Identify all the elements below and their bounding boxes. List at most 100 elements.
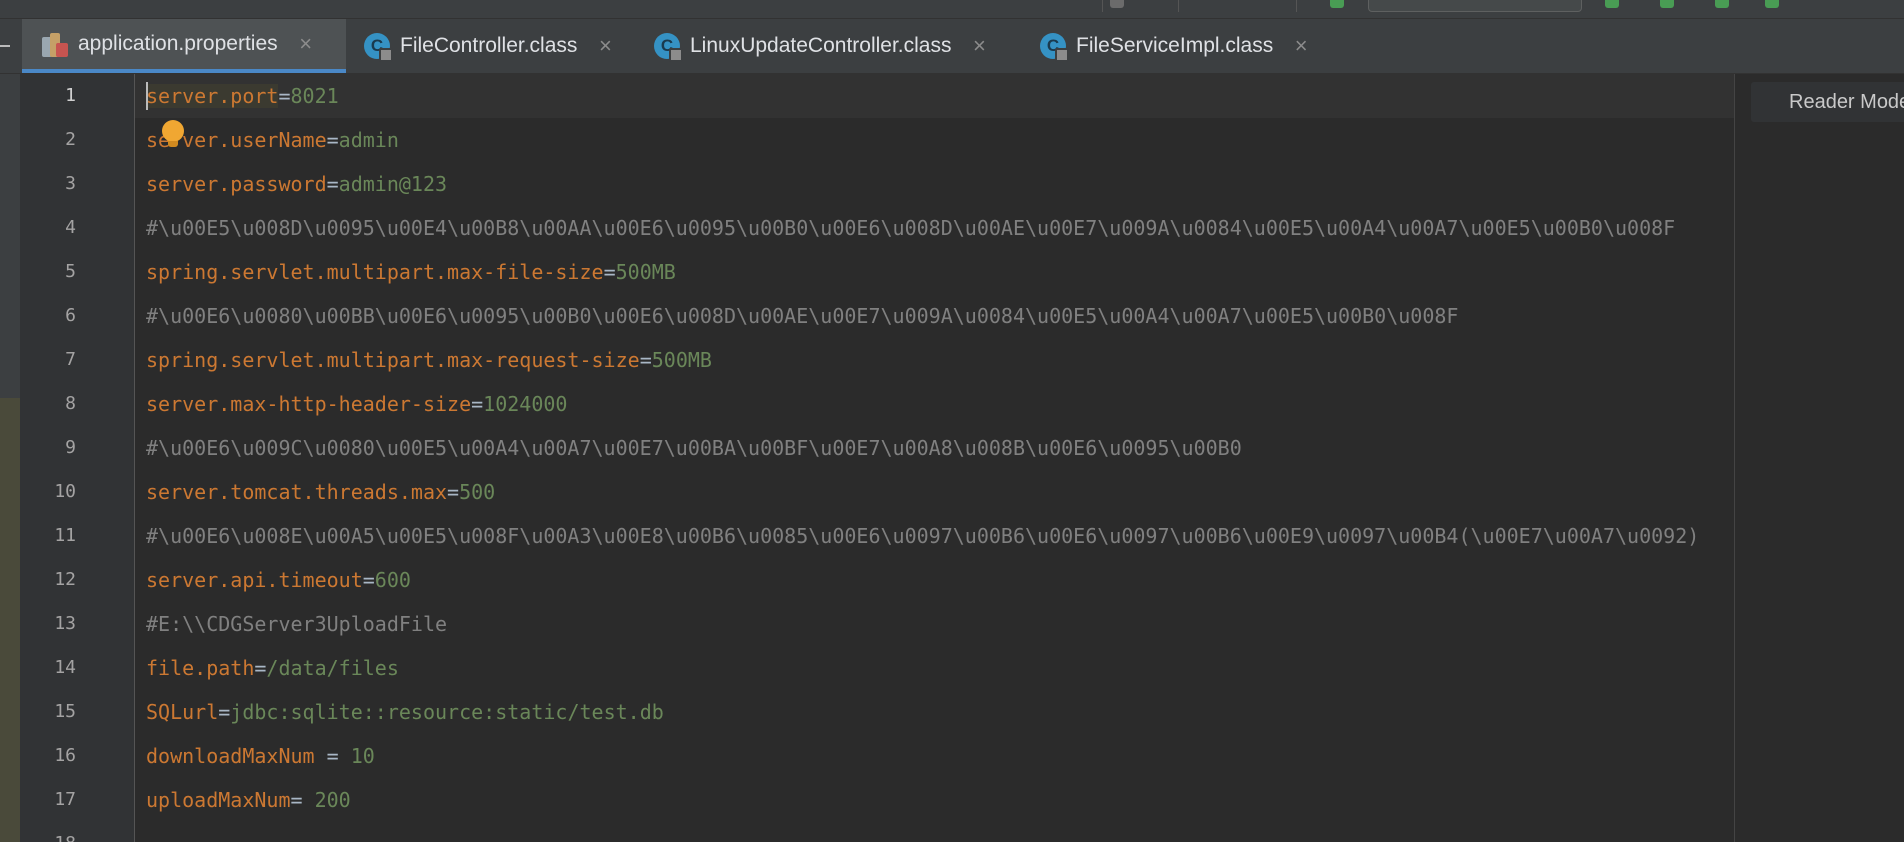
toolbar-icon[interactable] (1110, 0, 1124, 8)
line-number[interactable]: 12 (40, 558, 76, 602)
tab-filecontroller-class[interactable]: C FileController.class × (346, 19, 636, 73)
close-tab-icon[interactable]: × (1293, 33, 1309, 59)
current-line-highlight (135, 74, 1735, 118)
property-key: server.api.timeout (146, 568, 363, 592)
property-line[interactable]: uploadMaxNum= 200 (146, 778, 351, 822)
property-key: server.port (146, 84, 279, 108)
property-separator: = (326, 128, 339, 152)
ide-window: application.properties × C FileControlle… (0, 0, 1904, 842)
property-value: 200 (314, 788, 351, 812)
line-number[interactable]: 15 (40, 690, 76, 734)
tab-label: FileController.class (400, 34, 578, 57)
property-value: 8021 (290, 84, 339, 108)
line-number[interactable]: 5 (40, 250, 76, 294)
property-line[interactable]: SQLurl=jdbc:sqlite::resource:static/test… (146, 690, 664, 734)
profile-icon[interactable] (1765, 0, 1779, 8)
property-key: spring.servlet.multipart.max-file-size (146, 260, 604, 284)
comment-text: #\u00E6\u009C\u0080\u00E5\u00A4\u00A7\u0… (146, 436, 1242, 460)
property-separator: = (314, 744, 351, 768)
main-toolbar (0, 0, 1904, 19)
property-key: downloadMaxNum (146, 744, 315, 768)
editor-gutter[interactable]: 123456789101112131415161718 (20, 74, 135, 842)
code-editor[interactable]: server.port=8021 server.userName=admin ser… (135, 74, 1904, 842)
toolbar-separator (1178, 0, 1179, 12)
tab-label: application.properties (78, 32, 278, 55)
property-line[interactable]: downloadMaxNum = 10 (146, 734, 375, 778)
line-number[interactable]: 6 (40, 294, 76, 338)
left-tool-stripe (0, 74, 20, 842)
line-number[interactable]: 16 (40, 734, 76, 778)
comment-text: #\u00E5\u008D\u0095\u00E4\u00B8\u00AA\u0… (146, 216, 1676, 240)
line-number[interactable]: 10 (40, 470, 76, 514)
comment-line[interactable]: #\u00E6\u008E\u00A5\u00E5\u008F\u00A3\u0… (146, 514, 1699, 558)
property-separator: = (603, 260, 616, 284)
property-line[interactable]: spring.servlet.multipart.max-request-siz… (146, 338, 712, 382)
comment-line[interactable]: #\u00E6\u009C\u0080\u00E5\u00A4\u00A7\u0… (146, 426, 1242, 470)
property-line[interactable]: server.password=admin@123 (146, 162, 447, 206)
property-line[interactable]: server.port=8021 (146, 74, 339, 118)
tab-linuxupdatecontroller-class[interactable]: C LinuxUpdateController.class × (636, 19, 1026, 73)
property-value: /data/files (266, 656, 399, 680)
reader-mode-button[interactable]: Reader Mode (1751, 82, 1904, 122)
tab-bar-menu-icon[interactable] (0, 45, 10, 47)
property-value: 600 (374, 568, 411, 592)
line-number[interactable]: 3 (40, 162, 76, 206)
property-key: server.password (146, 172, 327, 196)
property-separator: = (471, 392, 484, 416)
class-file-icon: C (654, 33, 683, 62)
line-number[interactable]: 18 (40, 822, 76, 842)
property-value: 500 (459, 480, 496, 504)
property-line[interactable]: spring.servlet.multipart.max-file-size=5… (146, 250, 676, 294)
property-value: admin (338, 128, 399, 152)
property-line[interactable]: file.path=/data/files (146, 646, 399, 690)
line-number[interactable]: 2 (40, 118, 76, 162)
tab-fileserviceimpl-class[interactable]: C FileServiceImpl.class × (1026, 19, 1336, 73)
line-number[interactable]: 1 (40, 74, 76, 118)
property-separator: = (278, 84, 291, 108)
right-margin-guide (1734, 74, 1735, 842)
tab-label: LinuxUpdateController.class (690, 34, 952, 57)
property-separator: = (254, 656, 267, 680)
line-number[interactable]: 11 (40, 514, 76, 558)
property-line[interactable]: server.api.timeout=600 (146, 558, 411, 602)
class-file-icon: C (1040, 33, 1069, 62)
editor-tab-bar: application.properties × C FileControlle… (0, 19, 1904, 74)
property-separator: = (447, 480, 460, 504)
line-number[interactable]: 7 (40, 338, 76, 382)
run-icon[interactable] (1605, 0, 1619, 8)
text-caret (146, 82, 148, 110)
property-value: 500MB (651, 348, 712, 372)
comment-text: #\u00E6\u0080\u00BB\u00E6\u0095\u00B0\u0… (146, 304, 1459, 328)
property-line[interactable]: server.tomcat.threads.max=500 (146, 470, 495, 514)
comment-line[interactable]: #\u00E5\u008D\u0095\u00E4\u00B8\u00AA\u0… (146, 206, 1675, 250)
property-separator: = (218, 700, 231, 724)
class-file-icon: C (364, 33, 393, 62)
line-number[interactable]: 8 (40, 382, 76, 426)
run-configuration-selector[interactable] (1368, 0, 1582, 12)
close-tab-icon[interactable]: × (597, 33, 613, 59)
property-value: 500MB (615, 260, 676, 284)
property-key: uploadMaxNum (146, 788, 291, 812)
property-separator: = (639, 348, 652, 372)
comment-text: #\u00E6\u008E\u00A5\u00E5\u008F\u00A3\u0… (146, 524, 1700, 548)
debug-icon[interactable] (1660, 0, 1674, 8)
close-tab-icon[interactable]: × (298, 31, 314, 57)
coverage-icon[interactable] (1715, 0, 1729, 8)
property-line[interactable]: server.max-http-header-size=1024000 (146, 382, 567, 426)
line-number[interactable]: 13 (40, 602, 76, 646)
line-number[interactable]: 9 (40, 426, 76, 470)
line-number[interactable]: 4 (40, 206, 76, 250)
property-separator: = (362, 568, 375, 592)
property-value: jdbc:sqlite::resource:static/test.db (230, 700, 664, 724)
tab-application-properties[interactable]: application.properties × (22, 19, 346, 73)
build-icon[interactable] (1330, 0, 1344, 8)
line-number[interactable]: 17 (40, 778, 76, 822)
comment-line[interactable]: #\u00E6\u0080\u00BB\u00E6\u0095\u00B0\u0… (146, 294, 1458, 338)
close-tab-icon[interactable]: × (971, 33, 987, 59)
line-number[interactable]: 14 (40, 646, 76, 690)
tab-label: FileServiceImpl.class (1076, 34, 1274, 57)
comment-line[interactable]: #E:\\CDGServer3UploadFile (146, 602, 447, 646)
toolbar-separator (1296, 0, 1297, 12)
intention-bulb-icon[interactable] (162, 120, 184, 150)
property-key: spring.servlet.multipart.max-request-siz… (146, 348, 640, 372)
